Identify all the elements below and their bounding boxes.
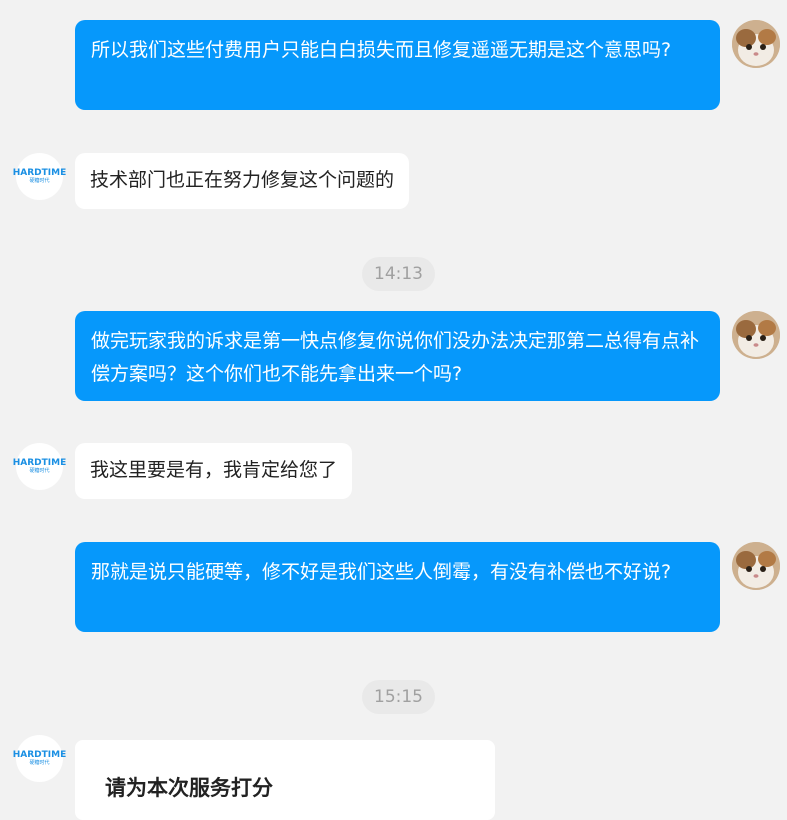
timestamp: 14:13 — [362, 257, 435, 291]
message-text: 我这里要是有，我肯定给您了 — [90, 459, 338, 481]
agent-message-bubble: 我这里要是有，我肯定给您了 — [75, 443, 353, 499]
cat-avatar-icon — [732, 20, 780, 68]
agent-avatar[interactable]: HARDTIME 硬糖时代 — [13, 153, 66, 200]
agent-avatar[interactable]: HARDTIME 硬糖时代 — [13, 735, 66, 782]
rating-card-title: 请为本次服务打分 — [105, 776, 273, 800]
brand-subtitle: 硬糖时代 — [29, 468, 50, 474]
agent-message-bubble: 技术部门也正在努力修复这个问题的 — [75, 153, 410, 209]
cat-avatar-icon — [732, 542, 780, 590]
cat-avatar-icon — [732, 311, 780, 359]
brand-subtitle: 硬糖时代 — [29, 760, 50, 766]
user-message-bubble: 那就是说只能硬等，修不好是我们这些人倒霉，有没有补偿也不好说? — [75, 542, 720, 632]
brand-logo: HARDTIME — [12, 750, 67, 760]
message-text: 那就是说只能硬等，修不好是我们这些人倒霉，有没有补偿也不好说? — [91, 561, 672, 583]
user-avatar[interactable] — [732, 311, 780, 359]
user-avatar[interactable] — [732, 542, 780, 590]
message-text: 做完玩家我的诉求是第一快点修复你说你们没办法决定那第二总得有点补偿方案吗？这个你… — [91, 330, 700, 385]
message-text: 技术部门也正在努力修复这个问题的 — [90, 169, 395, 191]
user-message-bubble: 做完玩家我的诉求是第一快点修复你说你们没办法决定那第二总得有点补偿方案吗？这个你… — [75, 311, 720, 401]
agent-avatar[interactable]: HARDTIME 硬糖时代 — [13, 443, 66, 490]
brand-logo: HARDTIME — [12, 458, 67, 468]
brand-logo: HARDTIME — [12, 168, 67, 178]
service-rating-card: 请为本次服务打分 — [75, 740, 495, 820]
timestamp: 15:15 — [362, 680, 435, 714]
user-message-bubble: 所以我们这些付费用户只能白白损失而且修复遥遥无期是这个意思吗? — [75, 20, 720, 110]
user-avatar[interactable] — [732, 20, 780, 68]
brand-subtitle: 硬糖时代 — [29, 178, 50, 184]
message-text: 所以我们这些付费用户只能白白损失而且修复遥遥无期是这个意思吗? — [91, 39, 672, 61]
